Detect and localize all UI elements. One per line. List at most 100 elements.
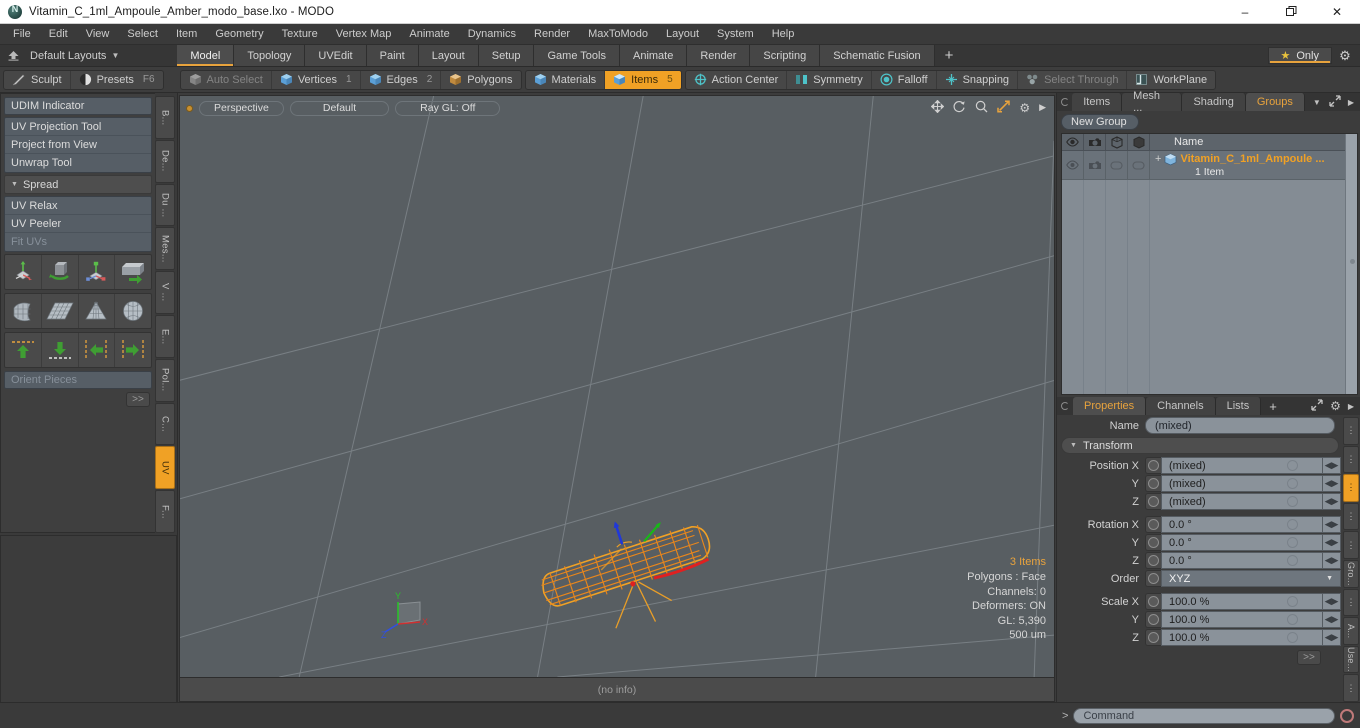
rotation-z-spinner[interactable]: ◀▶ (1323, 552, 1341, 569)
home-icon[interactable] (0, 45, 26, 66)
expand-icon[interactable] (1311, 398, 1323, 414)
menu-item-item[interactable]: Item (167, 24, 206, 45)
row-render-camera-icon[interactable] (1084, 151, 1106, 179)
rotation-z-channel-knob[interactable] (1145, 552, 1161, 569)
tab-lists[interactable]: Lists (1215, 397, 1262, 415)
rotation-x-channel-knob[interactable] (1145, 516, 1161, 533)
uv-projection-tool-button[interactable]: UV Projection Tool (5, 118, 151, 136)
rotation-x-input[interactable]: 0.0 ° (1161, 516, 1323, 533)
rotation-y-spinner[interactable]: ◀▶ (1323, 534, 1341, 551)
only-toggle-button[interactable]: ★ Only (1267, 47, 1332, 64)
add-tab-button[interactable]: + (935, 45, 964, 66)
rotation-y-channel-knob[interactable] (1145, 534, 1161, 551)
menu-item-file[interactable]: File (4, 24, 40, 45)
tab-properties[interactable]: Properties (1073, 397, 1147, 415)
panel-menu-icon[interactable] (1057, 93, 1072, 111)
menu-item-edit[interactable]: Edit (40, 24, 77, 45)
right-vtab-1[interactable]: ⋮ (1343, 417, 1359, 445)
position-x-spinner[interactable]: ◀▶ (1323, 457, 1341, 474)
scale-y-input[interactable]: 100.0 % (1161, 611, 1323, 628)
menu-item-help[interactable]: Help (763, 24, 804, 45)
tab-animate[interactable]: Animate (619, 45, 688, 66)
tab-setup[interactable]: Setup (478, 45, 535, 66)
left-vtab-deform[interactable]: De... (155, 139, 175, 183)
left-vtab-vertex[interactable]: V ... (155, 271, 175, 314)
uv-cone-icon[interactable] (79, 294, 116, 328)
left-vtab-curve[interactable]: C... (155, 402, 175, 446)
left-vtab-basic[interactable]: B... (155, 96, 175, 139)
maximize-button[interactable] (1268, 0, 1314, 24)
expand-icon[interactable] (1329, 94, 1341, 110)
properties-more-button[interactable]: >> (1297, 650, 1321, 665)
scale-x-spinner[interactable]: ◀▶ (1323, 593, 1341, 610)
uv-peeler-button[interactable]: UV Peeler (5, 215, 151, 233)
polygons-mode-button[interactable]: Polygons (441, 71, 520, 89)
visibility-eye-icon[interactable] (1062, 134, 1084, 150)
items-mode-button[interactable]: Items 5 (605, 70, 681, 89)
edges-mode-button[interactable]: Edges 2 (361, 70, 442, 89)
tab-topology[interactable]: Topology (234, 45, 306, 66)
left-vtab-polygon[interactable]: Pol... (155, 358, 175, 402)
right-vtab-2[interactable]: ⋮ (1343, 445, 1359, 474)
groups-list-row[interactable]: + Vitamin_C_1ml_Ampoule ... 1 Item (1062, 151, 1345, 180)
groups-list-body[interactable] (1062, 180, 1345, 394)
row-wireframe-toggle[interactable] (1106, 151, 1128, 179)
falloff-button[interactable]: Falloff (872, 70, 937, 89)
action-center-button[interactable]: Action Center (686, 70, 788, 89)
align-right-icon[interactable] (115, 333, 151, 367)
workplane-button[interactable]: WorkPlane (1127, 71, 1215, 89)
uv-grid-icon[interactable] (42, 294, 79, 328)
right-vtab-4[interactable]: ⋮ (1343, 502, 1359, 531)
tab-paint[interactable]: Paint (366, 45, 419, 66)
right-vtab-7[interactable]: ⋮ (1343, 588, 1359, 617)
right-vtab-a[interactable]: A... (1343, 617, 1359, 645)
left-vtab-edge[interactable]: E... (155, 314, 175, 358)
minimize-button[interactable]: – (1222, 0, 1268, 24)
tab-model[interactable]: Model (177, 45, 235, 66)
left-vtab-mesh[interactable]: Mes... (155, 227, 175, 271)
menu-item-vertex-map[interactable]: Vertex Map (327, 24, 401, 45)
render-camera-icon[interactable] (1084, 134, 1106, 150)
rotation-z-input[interactable]: 0.0 ° (1161, 552, 1323, 569)
gear-icon[interactable]: ⚙ (1019, 102, 1030, 114)
tab-render[interactable]: Render (687, 45, 751, 66)
menu-item-layout[interactable]: Layout (657, 24, 708, 45)
unwrap-tool-button[interactable]: Unwrap Tool (5, 154, 151, 172)
align-up-icon[interactable] (5, 333, 42, 367)
name-field[interactable]: (mixed) (1145, 417, 1335, 434)
right-vtab-5[interactable]: ⋮ (1343, 531, 1359, 559)
udim-indicator-button[interactable]: UDIM Indicator (4, 97, 152, 115)
close-button[interactable]: ✕ (1314, 0, 1360, 24)
shaded-icon[interactable] (1128, 134, 1150, 150)
auto-select-button[interactable]: Auto Select (181, 70, 272, 89)
command-input[interactable]: Command (1073, 707, 1335, 724)
snapping-button[interactable]: Snapping (937, 70, 1019, 89)
rotate-view-icon[interactable] (953, 100, 966, 115)
align-down-icon[interactable] (42, 333, 79, 367)
gear-icon[interactable]: ⚙ (1330, 399, 1341, 413)
position-z-spinner[interactable]: ◀▶ (1323, 493, 1341, 510)
tab-layout[interactable]: Layout (418, 45, 479, 66)
layout-selector[interactable]: Default Layouts ▼ (26, 45, 129, 66)
fullscreen-icon[interactable] (997, 100, 1011, 115)
scale-x-channel-knob[interactable] (1145, 593, 1161, 610)
scale-y-channel-knob[interactable] (1145, 611, 1161, 628)
move-view-icon[interactable] (930, 99, 945, 115)
scale-tool-icon[interactable] (79, 255, 116, 289)
left-vtab-uv[interactable]: UV (155, 446, 175, 490)
arrow-right-icon[interactable]: ▶ (1039, 103, 1046, 112)
uv-relax-button[interactable]: UV Relax (5, 197, 151, 215)
groups-list-scrollbar[interactable] (1345, 134, 1357, 394)
scale-x-input[interactable]: 100.0 % (1161, 593, 1323, 610)
record-icon[interactable] (1340, 708, 1354, 723)
left-vtab-duplicate[interactable]: Du ... (155, 183, 175, 227)
menu-item-select[interactable]: Select (118, 24, 167, 45)
scale-z-spinner[interactable]: ◀▶ (1323, 629, 1341, 646)
expand-plus-icon[interactable]: + (1155, 153, 1161, 165)
tab-mesh[interactable]: Mesh ... (1122, 90, 1183, 114)
rotation-order-dropdown[interactable]: XYZ (1161, 570, 1341, 587)
flip-tool-icon[interactable] (115, 255, 151, 289)
arrow-right-icon[interactable]: ▶ (1348, 98, 1354, 107)
scale-y-spinner[interactable]: ◀▶ (1323, 611, 1341, 628)
right-vtab-3[interactable]: ⋮ (1343, 474, 1359, 502)
